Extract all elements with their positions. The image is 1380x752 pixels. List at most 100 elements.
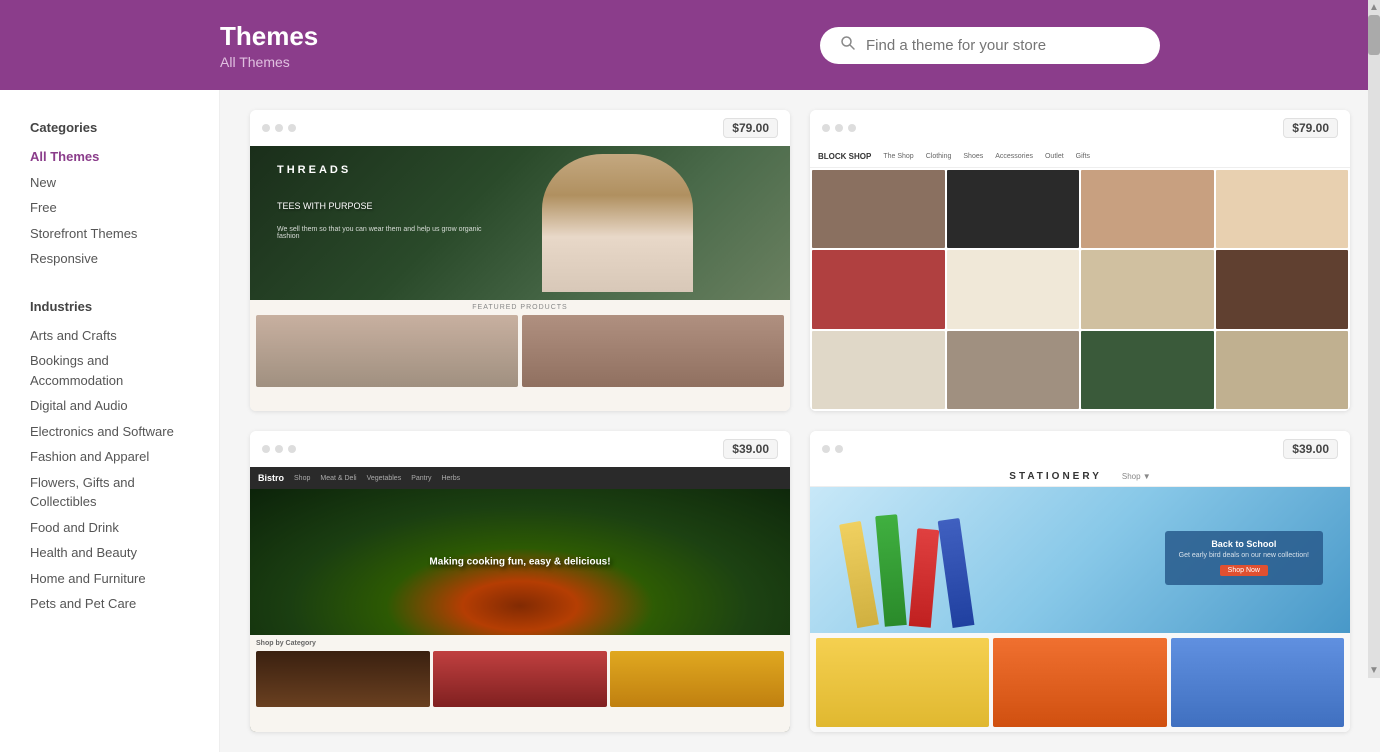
blockshop-cell-3 [1081, 170, 1214, 248]
threads-products-section: FEATURED PRODUCTS [250, 300, 790, 411]
header: Themes All Themes [0, 0, 1380, 90]
sidebar-item-all-themes[interactable]: All Themes [30, 147, 199, 167]
scroll-thumb[interactable] [1368, 15, 1380, 55]
scroll-down-arrow[interactable]: ▼ [1368, 663, 1380, 678]
window-dots-2 [822, 124, 856, 132]
dot-2 [275, 124, 283, 132]
theme-card-stationery[interactable]: $39.00 STATIONERY Shop ▼ [810, 431, 1350, 732]
blockshop-nav-link-1: The Shop [883, 153, 913, 160]
sidebar-item-pets[interactable]: Pets and Pet Care [30, 594, 199, 614]
threads-featured-label: FEATURED PRODUCTS [256, 304, 784, 311]
bistro-tagline: Making cooking fun, easy & delicious! [304, 556, 736, 567]
blockshop-cell-9 [812, 331, 945, 409]
threads-logo: Threads [277, 164, 351, 176]
theme-grid: $79.00 Threads TEES WITH PURPOSE We sell… [250, 110, 1350, 732]
dot-4 [822, 124, 830, 132]
dot-9 [288, 445, 296, 453]
main-layout: Categories All Themes New Free Storefron… [0, 90, 1380, 752]
threads-product-images [256, 315, 784, 387]
categories-title: Categories [30, 120, 199, 135]
blockshop-cell-8 [1216, 250, 1349, 328]
sidebar-item-home[interactable]: Home and Furniture [30, 569, 199, 589]
theme-price-threads: $79.00 [723, 118, 778, 138]
stationery-banner-title: Back to School [1179, 539, 1309, 549]
dot-1 [262, 124, 270, 132]
bistro-cat-3 [610, 651, 784, 708]
blockshop-cell-11 [1081, 331, 1214, 409]
theme-card-threads[interactable]: $79.00 Threads TEES WITH PURPOSE We sell… [250, 110, 790, 411]
sidebar-item-bookings[interactable]: Bookings and Accommodation [30, 351, 199, 390]
theme-content: $79.00 Threads TEES WITH PURPOSE We sell… [220, 90, 1380, 752]
sidebar-item-free[interactable]: Free [30, 198, 199, 218]
page-title: Themes [220, 21, 318, 52]
theme-card-blockshop[interactable]: $79.00 BLOCK SHOP The Shop Clothing Shoe… [810, 110, 1350, 411]
dot-3 [288, 124, 296, 132]
sidebar-item-food[interactable]: Food and Drink [30, 518, 199, 538]
dot-5 [835, 124, 843, 132]
search-input[interactable] [866, 37, 1140, 54]
bistro-nav-link-5: Herbs [441, 475, 460, 482]
blockshop-nav-link-5: Outlet [1045, 153, 1064, 160]
bistro-nav: Bistro Shop Meat & Deli Vegetables Pantr… [250, 467, 790, 489]
threads-prod-2 [522, 315, 784, 387]
dot-6 [848, 124, 856, 132]
sidebar-item-storefront-themes[interactable]: Storefront Themes [30, 224, 199, 244]
sidebar-item-new[interactable]: New [30, 173, 199, 193]
window-dots-3 [262, 445, 296, 453]
pencil-1 [839, 521, 878, 628]
blockshop-nav-bar: BLOCK SHOP The Shop Clothing Shoes Acces… [810, 146, 1350, 168]
dot-11 [835, 445, 843, 453]
scroll-up-arrow[interactable]: ▲ [1368, 0, 1380, 15]
stationery-brand: STATIONERY [1009, 471, 1102, 482]
sidebar-item-health[interactable]: Health and Beauty [30, 543, 199, 563]
sidebar-item-responsive[interactable]: Responsive [30, 249, 199, 269]
blockshop-nav-link-3: Shoes [963, 153, 983, 160]
pencil-3 [908, 528, 938, 628]
blockshop-cell-4 [1216, 170, 1349, 248]
scrollbar: ▲ ▼ [1368, 0, 1380, 678]
theme-preview-stationery: STATIONERY Shop ▼ [810, 467, 1350, 732]
threads-prod-1 [256, 315, 518, 387]
stationery-nav: STATIONERY Shop ▼ [810, 467, 1350, 487]
theme-card-bistro[interactable]: $39.00 Bistro Shop Meat & Deli Vegetable… [250, 431, 790, 732]
window-dots-4 [822, 445, 843, 453]
header-subtitle: All Themes [220, 54, 318, 70]
blockshop-nav-link-6: Gifts [1076, 153, 1090, 160]
bistro-nav-link-2: Meat & Deli [320, 475, 356, 482]
sidebar-item-digital-audio[interactable]: Digital and Audio [30, 396, 199, 416]
window-dots [262, 124, 296, 132]
blockshop-nav-link-2: Clothing [926, 153, 952, 160]
bistro-categories: Shop by Category [250, 635, 790, 732]
threads-hero-bg: Threads TEES WITH PURPOSE We sell them s… [250, 146, 790, 300]
stationery-banner: Back to School Get early bird deals on o… [1165, 531, 1323, 585]
threads-tagline: TEES WITH PURPOSE [277, 200, 493, 214]
theme-card-header-threads: $79.00 [250, 110, 790, 146]
bistro-cat-1 [256, 651, 430, 708]
stationery-prod-3 [1171, 638, 1344, 727]
blockshop-cell-6 [947, 250, 1080, 328]
theme-price-blockshop: $79.00 [1283, 118, 1338, 138]
scroll-track [1368, 55, 1380, 663]
blockshop-cell-7 [1081, 250, 1214, 328]
sidebar-item-arts-crafts[interactable]: Arts and Crafts [30, 326, 199, 346]
bistro-shop-label: Shop by Category [256, 640, 784, 647]
blockshop-nav-link-4: Accessories [995, 153, 1033, 160]
industries-title: Industries [30, 299, 199, 314]
sidebar-item-flowers[interactable]: Flowers, Gifts and Collectibles [30, 473, 199, 512]
bistro-cat-2 [433, 651, 607, 708]
header-titles: Themes All Themes [220, 21, 318, 70]
bistro-category-images [256, 651, 784, 708]
bistro-nav-link-3: Vegetables [367, 475, 402, 482]
theme-price-stationery: $39.00 [1283, 439, 1338, 459]
stationery-prod-1 [816, 638, 989, 727]
sidebar-item-fashion[interactable]: Fashion and Apparel [30, 447, 199, 467]
search-bar[interactable] [820, 27, 1160, 64]
pencil-2 [875, 515, 906, 628]
theme-price-bistro: $39.00 [723, 439, 778, 459]
dot-10 [822, 445, 830, 453]
blockshop-image-grid [810, 168, 1350, 411]
blockshop-cell-12 [1216, 331, 1349, 409]
stationery-cta[interactable]: Shop Now [1220, 565, 1268, 576]
stationery-banner-sub: Get early bird deals on our new collecti… [1179, 552, 1309, 559]
sidebar-item-electronics[interactable]: Electronics and Software [30, 422, 199, 442]
